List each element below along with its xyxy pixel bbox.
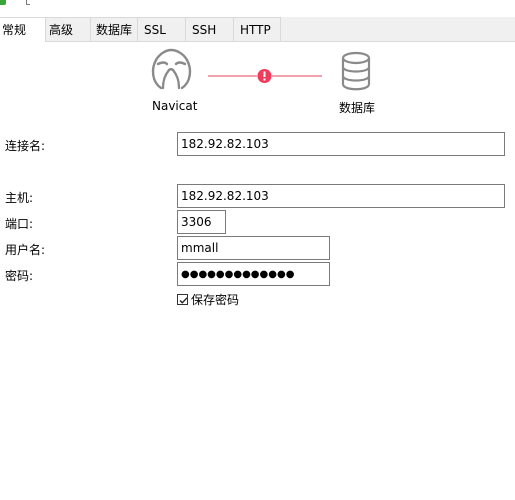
connection-name-input[interactable] (177, 132, 505, 156)
tab-advanced[interactable]: 高级 (46, 17, 91, 41)
connection-name-label: 连接名: (5, 139, 46, 153)
connection-dialog: 常规 高级 数据库 SSL SSH HTTP Navicat 数据库 连接名: … (0, 0, 515, 500)
error-icon (257, 69, 272, 83)
port-input[interactable] (177, 210, 226, 234)
password-input[interactable] (177, 262, 330, 286)
host-label: 主机: (5, 191, 34, 205)
connection-graphic: Navicat 数据库 (0, 42, 515, 122)
title-bar (0, 0, 515, 9)
check-icon (179, 296, 188, 304)
port-label: 端口: (5, 217, 34, 231)
connection-graphic-svg (151, 48, 371, 91)
save-password-checkbox[interactable]: 保存密码 (177, 292, 240, 307)
navicat-logo-icon (151, 48, 192, 90)
host-input[interactable] (177, 184, 505, 208)
tab-ssh[interactable]: SSH (186, 17, 234, 41)
password-label: 密码: (5, 269, 34, 283)
server-label: 数据库 (339, 101, 376, 115)
tab-database[interactable]: 数据库 (91, 17, 138, 41)
app-icon (0, 0, 6, 5)
tab-ssl[interactable]: SSL (138, 17, 186, 41)
checkbox-box[interactable] (177, 293, 188, 305)
username-input[interactable] (177, 236, 330, 260)
save-password-label: 保存密码 (191, 292, 240, 307)
client-label: Navicat (152, 99, 198, 113)
username-label: 用户名: (5, 243, 46, 257)
database-icon (341, 51, 371, 91)
title-fragment-icon (26, 0, 30, 5)
tab-http[interactable]: HTTP (234, 17, 281, 41)
tab-general[interactable]: 常规 (0, 17, 46, 42)
tab-bar: 常规 高级 数据库 SSL SSH HTTP (0, 17, 515, 42)
